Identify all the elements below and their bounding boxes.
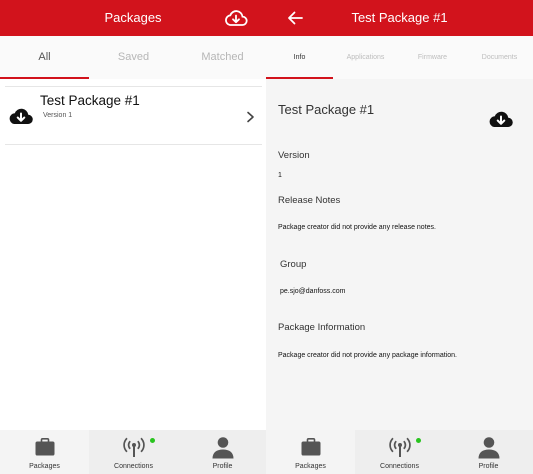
nav-profile-label: Profile (478, 463, 499, 470)
tab-saved[interactable]: Saved (89, 36, 178, 79)
cloud-download-icon[interactable] (488, 108, 514, 130)
bottom-navigation: Packages Connections Profile (266, 430, 533, 474)
nav-packages-label: Packages (29, 463, 60, 470)
tab-matched[interactable]: Matched (178, 36, 266, 79)
tab-documents-label: Documents (481, 54, 518, 61)
package-detail-tabs: Info Applications Firmware Documents (266, 36, 533, 79)
tab-info[interactable]: Info (266, 36, 333, 79)
antenna-icon (122, 435, 146, 459)
connection-status-dot (416, 438, 421, 443)
nav-profile[interactable]: Profile (444, 430, 533, 474)
cloud-download-icon[interactable] (224, 7, 248, 29)
nav-connections-label: Connections (114, 463, 153, 470)
nav-profile-label: Profile (212, 463, 233, 470)
detail-app-bar: Test Package #1 (266, 0, 533, 36)
chevron-right-icon (246, 110, 255, 123)
nav-packages[interactable]: Packages (266, 430, 355, 474)
antenna-icon (388, 435, 412, 459)
tab-all[interactable]: All (0, 36, 89, 79)
nav-profile[interactable]: Profile (178, 430, 266, 474)
person-icon (211, 435, 235, 459)
nav-connections[interactable]: Connections (89, 430, 178, 474)
tab-active-indicator (0, 77, 89, 79)
tab-matched-label: Matched (201, 51, 244, 63)
briefcase-icon (33, 435, 57, 459)
release-notes-label: Release Notes (278, 195, 341, 206)
packages-app-bar: Packages (0, 0, 266, 36)
tab-all-label: All (38, 51, 51, 63)
tab-documents[interactable]: Documents (466, 36, 533, 79)
package-information-value: Package creator did not provide any pack… (278, 352, 457, 359)
person-icon (477, 435, 501, 459)
tab-saved-label: Saved (117, 51, 150, 63)
bottom-navigation: Packages Connections Profile (0, 430, 266, 474)
version-value: 1 (278, 172, 282, 179)
packages-screen: Packages All Saved Matched Test Package … (0, 0, 266, 474)
release-notes-value: Package creator did not provide any rele… (278, 224, 436, 231)
tab-applications-label: Applications (346, 54, 385, 61)
tab-info-label: Info (293, 54, 306, 61)
connection-status-dot (150, 438, 155, 443)
briefcase-icon (299, 435, 323, 459)
package-title: Test Package #1 (40, 93, 140, 108)
tab-active-indicator (266, 77, 333, 79)
detail-screen-title: Test Package #1 (351, 10, 448, 25)
group-value: pe.sjo@danfoss.com (280, 288, 346, 295)
nav-connections[interactable]: Connections (355, 430, 444, 474)
group-label: Group (280, 259, 307, 270)
package-version: Version 1 (43, 112, 73, 119)
package-list-item[interactable]: Test Package #1 Version 1 (5, 86, 262, 145)
app-screens: Packages All Saved Matched Test Package … (0, 0, 533, 474)
tab-firmware[interactable]: Firmware (399, 36, 466, 79)
package-detail-screen: Test Package #1 Info Applications Firmwa… (266, 0, 533, 474)
version-label: Version (278, 150, 310, 161)
nav-packages-label: Packages (295, 463, 326, 470)
nav-packages[interactable]: Packages (0, 430, 89, 474)
package-detail-title: Test Package #1 (278, 102, 375, 117)
package-information-label: Package Information (278, 322, 366, 333)
cloud-download-icon[interactable] (8, 105, 34, 127)
package-filter-tabs: All Saved Matched (0, 36, 266, 79)
tab-firmware-label: Firmware (417, 54, 448, 61)
nav-connections-label: Connections (380, 463, 419, 470)
tab-applications[interactable]: Applications (332, 36, 399, 79)
